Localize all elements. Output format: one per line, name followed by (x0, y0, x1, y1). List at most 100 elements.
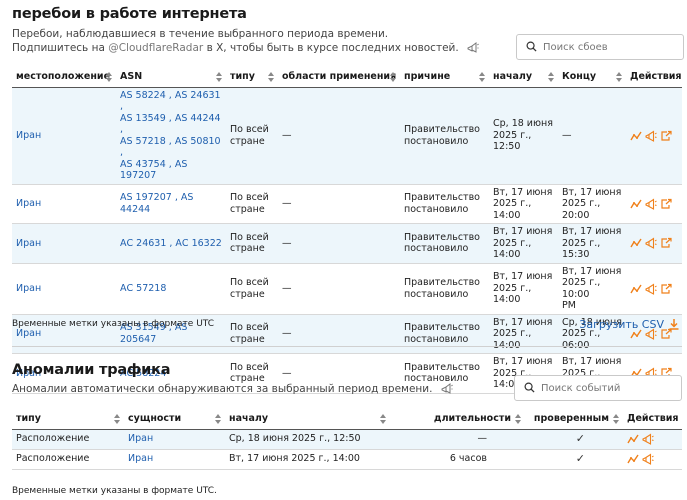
outages-search[interactable] (516, 34, 684, 60)
entity-link[interactable]: Иран (128, 433, 153, 444)
subtitle-suffix: в X, чтобы быть в курсе последних новост… (206, 42, 459, 54)
outage-row: Иран АС 57218 По всей стране — Правительство п… (12, 263, 682, 315)
anomalies-body: Расположение Иран Ср, 18 июня 2025 г., 12:… (12, 429, 682, 470)
col-asn[interactable]: ASN (116, 67, 226, 88)
megaphone-icon[interactable] (645, 282, 657, 295)
asn-link[interactable]: AS 13549 , AS 44244 , (120, 113, 221, 136)
sort-icon (216, 72, 222, 82)
anomaly-row: Расположение Иран Вт, 17 июня 2025 г., 14:… (12, 449, 682, 470)
outage-cause: Правительство постановило (400, 263, 489, 315)
outage-end: Вт, 17 июня 2025 г., 10:00 PM (558, 263, 626, 315)
outage-start: Ср, 18 июня 2025 г., 12:50 (489, 87, 558, 185)
col-cause[interactable]: причине (400, 67, 489, 88)
trend-icon[interactable] (630, 283, 642, 295)
col-entity[interactable]: сущности (124, 409, 225, 430)
col-anomaly-type[interactable]: типу (12, 409, 124, 430)
anomalies-utc-note: Временные метки указаны в формате UTC. (12, 486, 217, 496)
sort-icon (268, 72, 274, 82)
outage-asn: AS 197207 , AS 44244 (116, 184, 226, 224)
sort-icon (380, 414, 386, 424)
anomaly-type: Расположение (12, 429, 124, 450)
asn-link[interactable]: AS 57218 , AS 50810 , (120, 136, 221, 159)
export-icon[interactable] (660, 283, 672, 295)
outage-start: Вт, 17 июня 2025 г., 14:00 (489, 223, 558, 264)
outage-actions (626, 184, 682, 224)
sort-icon (515, 414, 521, 424)
outage-location[interactable]: Иран (12, 263, 116, 315)
megaphone-icon[interactable] (642, 453, 654, 465)
sort-icon (548, 72, 554, 82)
megaphone-icon[interactable] (645, 129, 657, 142)
col-anomaly-start[interactable]: началу (225, 409, 390, 430)
col-duration[interactable]: длительности (390, 409, 525, 430)
outage-location[interactable]: Иран (12, 223, 116, 264)
asn-link[interactable]: АС 24631 , АС 16322 (120, 238, 222, 249)
location-link[interactable]: Иран (16, 198, 41, 209)
anomaly-duration: 6 часов (390, 449, 525, 470)
outage-actions (626, 263, 682, 315)
trend-icon[interactable] (630, 130, 642, 142)
anomaly-entity[interactable]: Иран (124, 429, 225, 450)
outage-location[interactable]: Иран (12, 87, 116, 185)
trend-icon[interactable] (630, 237, 642, 249)
location-link[interactable]: Иран (16, 238, 41, 249)
anomaly-type: Расположение (12, 449, 124, 470)
trend-icon[interactable] (630, 198, 642, 210)
outage-cause: Правительство постановило (400, 223, 489, 264)
outage-start: Вт, 17 июня 2025 г., 14:00 (489, 184, 558, 224)
anomaly-verified: ✓ (525, 429, 623, 450)
anomalies-footer: Временные метки указаны в формате UTC. (12, 485, 682, 496)
sort-icon (613, 414, 619, 424)
anomalies-search-input[interactable] (541, 380, 671, 396)
anomalies-table-wrap: типу сущности началу длительности провер… (12, 409, 682, 470)
outages-title: перебои в работе интернета (12, 6, 247, 22)
anomalies-search[interactable] (514, 375, 682, 401)
megaphone-icon[interactable] (645, 198, 657, 210)
entity-link[interactable]: Иран (128, 453, 153, 464)
anomaly-verified: ✓ (525, 449, 623, 470)
asn-link[interactable]: AS 58224 , AS 24631 , (120, 90, 221, 113)
col-location[interactable]: местоположение (12, 67, 116, 88)
outages-search-input[interactable] (543, 39, 673, 55)
download-csv-label: Загрузить CSV (579, 318, 664, 331)
outage-scope: — (278, 223, 400, 264)
location-link[interactable]: Иран (16, 130, 41, 141)
section-divider (12, 346, 682, 347)
share-icon[interactable] (440, 382, 453, 394)
export-icon[interactable] (660, 198, 672, 210)
outage-actions (626, 87, 682, 185)
outage-actions (626, 223, 682, 264)
download-csv-button[interactable]: Загрузить CSV (579, 318, 680, 331)
col-scope[interactable]: области применения (278, 67, 400, 88)
cloudflare-radar-handle[interactable]: @CloudflareRadar (108, 42, 203, 54)
outages-footer: Временные метки указаны в формате UTC За… (12, 318, 682, 334)
outage-start: Вт, 17 июня 2025 г., 14:00 (489, 263, 558, 315)
anomaly-duration: — (390, 429, 525, 450)
asn-link[interactable]: AS 197207 , AS 44244 (120, 192, 193, 215)
col-anomaly-actions: Действия (623, 409, 682, 430)
anomalies-table: типу сущности началу длительности провер… (12, 409, 682, 470)
download-icon (669, 319, 679, 330)
col-type[interactable]: типу (226, 67, 278, 88)
outages-table-wrap: местоположение ASN типу области применен… (12, 67, 682, 394)
outage-location[interactable]: Иран (12, 184, 116, 224)
anomaly-entity[interactable]: Иран (124, 449, 225, 470)
anomaly-actions (623, 449, 682, 470)
col-start[interactable]: началу (489, 67, 558, 88)
location-link[interactable]: Иран (16, 283, 41, 294)
trend-icon[interactable] (627, 433, 639, 445)
export-icon[interactable] (660, 130, 672, 142)
asn-link[interactable]: AS 43754 , AS 197207 (120, 159, 187, 182)
export-icon[interactable] (660, 237, 672, 249)
outage-type: По всей стране (226, 263, 278, 315)
outage-row: Иран AS 197207 , AS 44244 По всей стране — Пр… (12, 184, 682, 224)
megaphone-icon[interactable] (645, 237, 657, 250)
trend-icon[interactable] (627, 453, 639, 465)
asn-link[interactable]: АС 57218 (120, 283, 166, 294)
col-end[interactable]: Концу (558, 67, 626, 88)
share-icon[interactable] (466, 41, 479, 53)
outage-asn: АС 24631 , АС 16322 (116, 223, 226, 264)
megaphone-icon[interactable] (642, 433, 654, 445)
outage-scope: — (278, 263, 400, 315)
col-verified[interactable]: проверенным (525, 409, 623, 430)
